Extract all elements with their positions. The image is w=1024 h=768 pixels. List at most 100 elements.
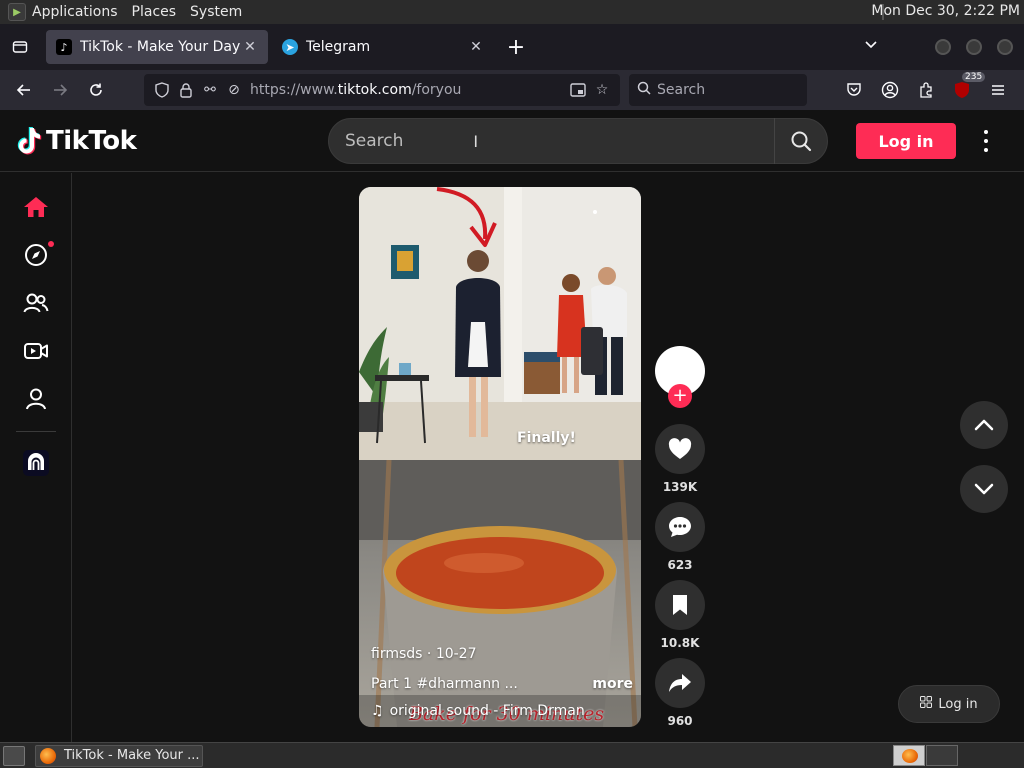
tab-telegram[interactable]: ➤ Telegram ✕ [272, 30, 494, 64]
apps-grid-icon [920, 696, 933, 712]
close-window-button[interactable] [997, 39, 1013, 55]
previous-video-button[interactable] [960, 401, 1008, 449]
forward-icon[interactable] [42, 72, 78, 108]
url-bar[interactable]: ⚯ ⊘ https://www.tiktok.com/foryou ☆ [144, 74, 620, 106]
browser-search-placeholder: Search [657, 82, 706, 98]
like-button[interactable] [655, 424, 705, 474]
tiktok-search-input[interactable]: Search I [329, 119, 774, 163]
explore-icon[interactable] [20, 239, 54, 271]
url-text[interactable]: https://www.tiktok.com/foryou [250, 82, 566, 98]
list-all-tabs-icon[interactable] [864, 38, 878, 54]
creators-icon[interactable] [20, 447, 52, 479]
show-desktop-button[interactable] [3, 745, 25, 766]
reload-icon[interactable] [78, 72, 114, 108]
workspace-1[interactable] [893, 745, 925, 766]
video-actions: + 139K 623 10.8K 960 [655, 346, 707, 728]
taskbar-window-title: TikTok - Make Your ... [64, 748, 200, 763]
video-meta: firmsds · 10-27 Part 1 #dharmann ... mor… [371, 639, 633, 723]
notification-dot [48, 241, 54, 247]
clock[interactable]: Mon Dec 30, 2:22 PM [871, 3, 1020, 19]
menu-places[interactable]: Places [132, 4, 177, 20]
pocket-icon[interactable] [836, 74, 872, 106]
picture-in-picture-icon[interactable] [566, 78, 590, 102]
new-tab-button[interactable]: + [500, 31, 532, 63]
permissions-icon[interactable]: ⚯ [198, 78, 222, 102]
comment-icon [669, 517, 691, 537]
more-button[interactable]: more [592, 676, 633, 692]
tracking-shield-icon[interactable] [150, 78, 174, 102]
browser-toolbar-right: 235 [836, 72, 1016, 106]
minimize-window-button[interactable] [935, 39, 951, 55]
workspace-2[interactable] [926, 745, 958, 766]
next-video-button[interactable] [960, 465, 1008, 513]
comment-count: 623 [667, 558, 693, 572]
save-count: 10.8K [660, 636, 700, 650]
lock-icon[interactable] [174, 78, 198, 102]
sound-name[interactable]: original sound - Firm Drman [390, 703, 585, 719]
login-button[interactable]: Log in [856, 123, 956, 159]
tiktok-logo-text: TikTok [46, 126, 137, 156]
extensions-icon[interactable] [908, 74, 944, 106]
profile-icon[interactable] [20, 383, 52, 415]
comment-button[interactable] [655, 502, 705, 552]
gnome-bottom-panel: TikTok - Make Your ... [0, 742, 1024, 768]
hamburger-menu-icon[interactable] [980, 74, 1016, 106]
login-pill-label: Log in [938, 696, 978, 712]
ublock-icon[interactable]: 235 [944, 72, 986, 106]
tab-list-icon[interactable] [0, 24, 40, 70]
back-icon[interactable] [6, 72, 42, 108]
tab-title: Telegram [306, 39, 371, 55]
save-button[interactable] [655, 580, 705, 630]
browser-search-box[interactable]: Search [629, 74, 807, 106]
tiktok-search-bar[interactable]: Search I [328, 118, 828, 164]
video-description: Part 1 #dharmann ... [371, 676, 518, 692]
home-icon[interactable] [20, 191, 52, 223]
tiktok-header: TikTok Search I Log in [0, 110, 1024, 172]
tab-tiktok[interactable]: ♪ TikTok - Make Your Day ✕ [46, 30, 268, 64]
share-count: 960 [667, 714, 693, 728]
author-date-separator: · [422, 646, 436, 662]
tiktok-page: TikTok Search I Log in Finally! Bake for… [0, 110, 1024, 742]
taskbar-window-firefox[interactable]: TikTok - Make Your ... [35, 744, 203, 767]
search-button[interactable] [775, 118, 827, 164]
share-arrow-icon [669, 674, 691, 692]
video-sound[interactable]: ♫ original sound - Firm Drman [371, 699, 633, 723]
heart-icon [668, 438, 692, 459]
video-description-row: Part 1 #dharmann ... more [371, 669, 633, 699]
get-app-login-pill[interactable]: Log in [898, 685, 1000, 723]
follow-plus-icon[interactable]: + [668, 384, 692, 408]
tiktok-search-placeholder: Search [345, 131, 404, 151]
search-icon [637, 81, 651, 99]
following-icon[interactable] [20, 287, 52, 319]
bookmark-star-icon[interactable]: ☆ [590, 78, 614, 102]
tiktok-note-icon [17, 127, 42, 155]
autoplay-blocked-icon[interactable]: ⊘ [222, 78, 246, 102]
live-icon[interactable] [20, 335, 52, 367]
firefox-mini-icon [902, 749, 918, 763]
tiktok-logo[interactable]: TikTok [16, 126, 137, 156]
close-tab-icon[interactable]: ✕ [242, 39, 258, 55]
close-tab-icon[interactable]: ✕ [468, 39, 484, 55]
video-date: 10-27 [435, 646, 477, 662]
distro-logo-icon[interactable]: ▶ [8, 3, 26, 21]
tiktok-favicon-icon: ♪ [56, 39, 72, 55]
chevron-down-icon [974, 483, 994, 495]
sidebar-divider [16, 431, 56, 432]
text-cursor-icon: I [473, 131, 479, 151]
maximize-window-button[interactable] [966, 39, 982, 55]
video-overlay-caption-top: Finally! [517, 430, 576, 446]
creator-avatar[interactable]: + [655, 346, 705, 408]
menu-applications[interactable]: Applications [32, 4, 118, 20]
firefox-icon [40, 747, 56, 764]
video-player[interactable]: Finally! Bake for 30 minutes firmsds · 1… [359, 187, 641, 727]
music-note-icon: ♫ [371, 703, 384, 719]
browser-tab-bar: ♪ TikTok - Make Your Day ✕ ➤ Telegram ✕ … [0, 24, 1024, 70]
video-author-row[interactable]: firmsds · 10-27 [371, 639, 633, 669]
share-button[interactable] [655, 658, 705, 708]
account-icon[interactable] [872, 74, 908, 106]
more-options-icon[interactable] [978, 130, 994, 152]
tab-title: TikTok - Make Your Day [80, 39, 241, 55]
menu-system[interactable]: System [190, 4, 242, 20]
gnome-top-panel: ▶ Applications Places System Mon Dec 30,… [0, 0, 1024, 24]
video-author[interactable]: firmsds [371, 646, 422, 662]
